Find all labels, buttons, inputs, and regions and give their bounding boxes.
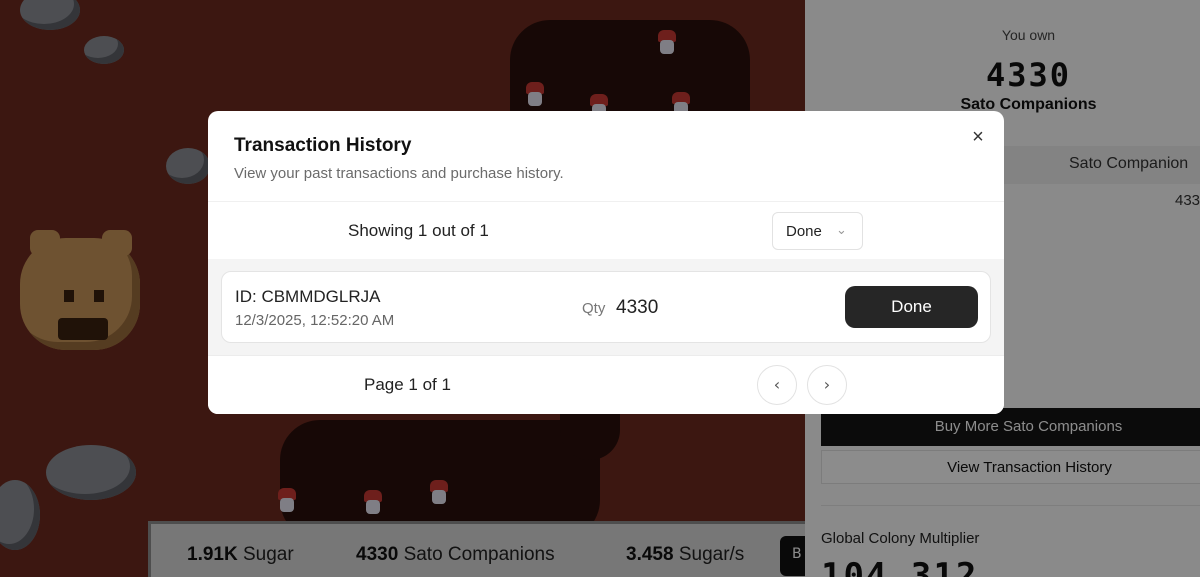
transaction-id: ID: CBMMDGLRJA [235,287,381,306]
page-indicator: Page 1 of 1 [364,375,451,394]
transaction-row: ID: CBMMDGLRJA 12/3/2025, 12:52:20 AM Qt… [221,271,991,343]
chevron-down-icon: ⌄ [836,222,847,237]
status-filter-select[interactable]: Done ⌄ [772,212,863,250]
qty-value: 4330 [616,297,659,318]
chevron-right-icon[interactable]: › [807,365,847,405]
qty-label: Qty [582,300,606,317]
transaction-status-button[interactable]: Done [845,286,978,328]
chevron-left-icon[interactable]: ‹ [757,365,797,405]
transaction-list: ID: CBMMDGLRJA 12/3/2025, 12:52:20 AM Qt… [208,259,1004,355]
transaction-history-dialog: Transaction History View your past trans… [208,111,1004,414]
pagination: Page 1 of 1 ‹ › [208,355,1004,414]
filter-row: Showing 1 out of 1 Done ⌄ [208,201,1004,259]
dialog-subtitle: View your past transactions and purchase… [234,165,564,182]
dialog-title: Transaction History [234,135,412,156]
status-filter-value: Done [786,223,822,240]
close-icon[interactable]: × [968,127,988,147]
transaction-date: 12/3/2025, 12:52:20 AM [235,312,395,329]
showing-count: Showing 1 out of 1 [348,221,489,240]
